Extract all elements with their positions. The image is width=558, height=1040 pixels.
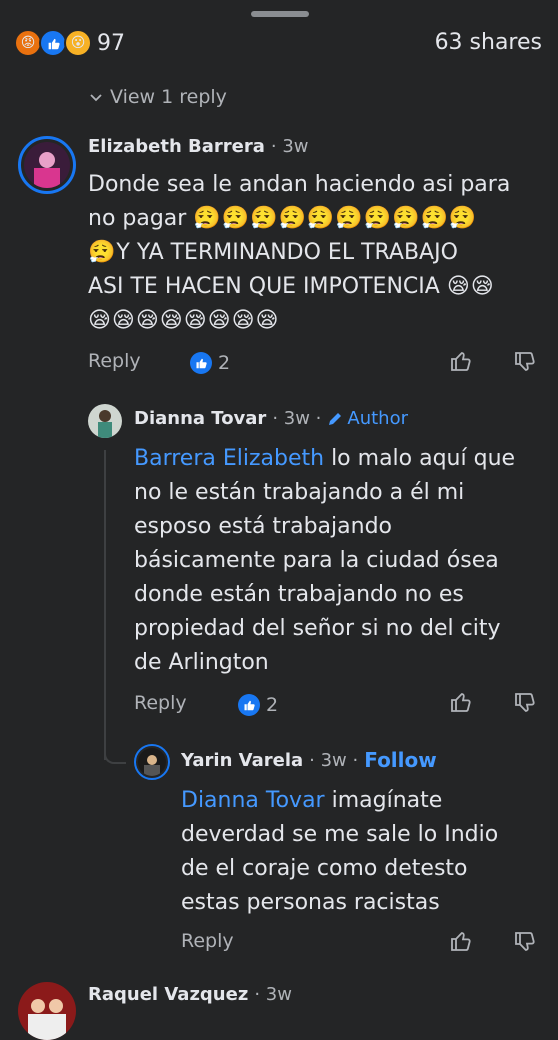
reaction-summary[interactable]: 😡 😮 97	[14, 28, 125, 58]
thumbs-up-icon[interactable]	[449, 690, 473, 714]
like-reaction-icon	[39, 29, 67, 57]
avatar[interactable]	[18, 982, 76, 1040]
reaction-count: 97	[97, 30, 125, 56]
comment-text: Donde sea le andan haciendo asi para no …	[88, 168, 548, 338]
emoji-row: 😪😪😪😪😪😪😪😪	[88, 308, 280, 333]
comment-time: · 3w ·	[272, 408, 322, 429]
comment-text: Dianna Tovar imagínate deverdad se me sa…	[181, 788, 499, 915]
reply-button[interactable]: Reply	[88, 350, 141, 372]
thumbs-up-icon[interactable]	[449, 929, 473, 953]
comment-author[interactable]: Raquel Vazquez	[88, 984, 248, 1005]
follow-button[interactable]: Follow	[364, 748, 437, 772]
reply-button[interactable]: Reply	[181, 930, 234, 952]
comment-time: · 3w	[254, 984, 292, 1005]
pencil-icon	[329, 412, 342, 425]
emoji: 😮‍💨	[88, 240, 117, 265]
comment-author[interactable]: Dianna Tovar	[134, 408, 266, 429]
wow-reaction-icon: 😮	[64, 29, 92, 57]
like-icon	[190, 352, 212, 374]
thumbs-down-icon[interactable]	[513, 350, 537, 374]
shares-count[interactable]: 63 shares	[435, 30, 542, 55]
thread-line	[104, 450, 106, 760]
view-reply-label: View 1 reply	[110, 86, 227, 108]
emoji-row: 😪😪	[446, 274, 495, 299]
like-icon	[238, 694, 260, 716]
like-count[interactable]: 2	[238, 694, 278, 716]
author-badge: Author	[327, 408, 408, 429]
comment-time: · 3w	[270, 136, 309, 157]
thumbs-down-icon[interactable]	[513, 930, 537, 954]
thumbs-up-icon[interactable]	[449, 349, 473, 373]
avatar[interactable]	[88, 404, 122, 438]
mention-link[interactable]: Barrera Elizabeth	[134, 446, 324, 471]
comment-author[interactable]: Yarin Varela	[181, 750, 303, 771]
thread-connector	[104, 740, 126, 764]
thumbs-down-icon[interactable]	[513, 691, 537, 715]
comment-author[interactable]: Elizabeth Barrera	[88, 136, 265, 157]
angry-reaction-icon: 😡	[14, 29, 42, 57]
emoji-row: 😮‍💨😮‍💨😮‍💨😮‍💨😮‍💨😮‍💨😮‍💨😮‍💨😮‍💨😮‍💨	[193, 206, 478, 231]
avatar[interactable]	[134, 744, 170, 780]
comment-text: Barrera Elizabeth lo malo aquí que no le…	[134, 446, 516, 675]
reply-button[interactable]: Reply	[134, 692, 187, 714]
like-count[interactable]: 2	[190, 352, 230, 374]
mention-link[interactable]: Dianna Tovar	[181, 788, 325, 813]
drag-handle[interactable]	[251, 11, 309, 17]
view-replies-link[interactable]: View 1 reply	[88, 86, 227, 108]
avatar[interactable]	[18, 136, 76, 194]
comment-time: · 3w ·	[309, 749, 359, 771]
chevron-down-icon	[90, 94, 102, 102]
